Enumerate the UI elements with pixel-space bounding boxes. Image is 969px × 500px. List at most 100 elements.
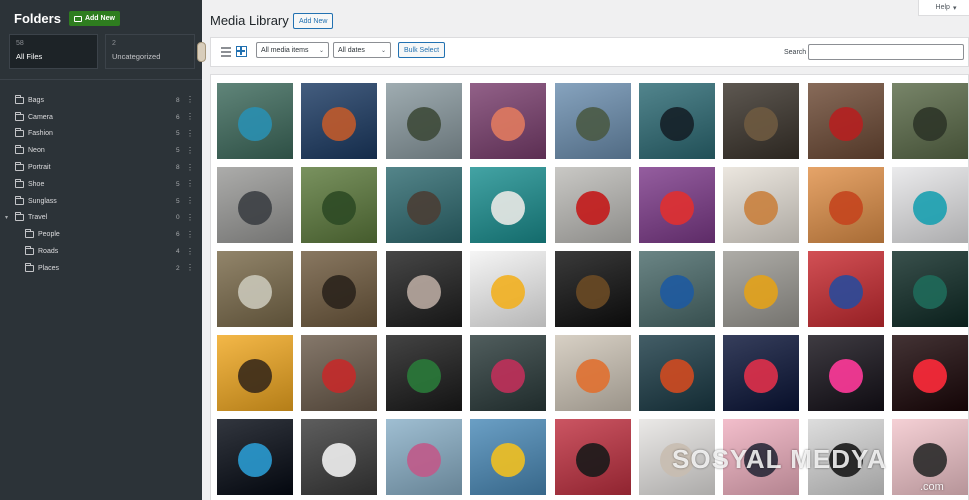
thumbnail-subject [828, 359, 863, 393]
folder-item[interactable]: Camera 6 ⋮ [0, 109, 202, 126]
folder-item[interactable]: Roads 4 ⋮ [0, 243, 202, 260]
folder-menu-icon[interactable]: ⋮ [186, 213, 194, 222]
search-label: Search [784, 49, 807, 56]
media-thumbnail[interactable] [892, 167, 969, 243]
media-thumbnail[interactable] [385, 167, 462, 243]
folder-icon [15, 195, 24, 205]
media-thumbnail[interactable] [807, 251, 884, 327]
media-thumbnail[interactable] [385, 251, 462, 327]
thumbnail-subject [575, 359, 610, 393]
media-thumbnail[interactable] [301, 251, 378, 327]
uncategorized-count: 2 [112, 40, 116, 47]
media-thumbnail[interactable] [723, 83, 800, 159]
media-thumbnail[interactable] [554, 419, 631, 495]
folder-name: Bags [28, 96, 44, 104]
media-thumbnail[interactable] [301, 83, 378, 159]
folder-name: Fashion [28, 130, 53, 138]
bulk-select-button[interactable]: Bulk Select [398, 42, 446, 58]
add-folder-label: Add New [84, 15, 115, 22]
media-type-filter[interactable]: All media items ⌄ [256, 42, 329, 58]
folder-item[interactable]: Places 2 ⋮ [0, 260, 202, 277]
thumbnail-subject [828, 107, 863, 141]
media-thumbnail[interactable] [807, 83, 884, 159]
folder-item[interactable]: Shoe 5 ⋮ [0, 176, 202, 193]
media-thumbnail[interactable] [217, 251, 293, 327]
all-files-label: All Files [16, 52, 43, 61]
folder-item[interactable]: Sunglass 5 ⋮ [0, 193, 202, 210]
media-thumbnail[interactable] [217, 419, 293, 495]
search-input[interactable] [808, 44, 964, 60]
folder-item[interactable]: Portrait 8 ⋮ [0, 159, 202, 176]
folder-menu-icon[interactable]: ⋮ [186, 197, 194, 205]
folder-menu-icon[interactable]: ⋮ [186, 230, 194, 239]
folder-item[interactable]: Fashion 5 ⋮ [0, 126, 202, 143]
media-thumbnail[interactable] [470, 251, 547, 327]
folder-item[interactable]: Bags 8 ⋮ [0, 92, 202, 109]
help-tab[interactable]: Help ▾ [918, 0, 969, 16]
media-thumbnail[interactable] [554, 335, 631, 411]
folder-menu-icon[interactable]: ⋮ [186, 129, 194, 138]
media-thumbnail[interactable] [892, 251, 969, 327]
folder-item[interactable]: Neon 5 ⋮ [0, 142, 202, 159]
media-thumbnail[interactable] [385, 419, 462, 495]
media-thumbnail[interactable] [470, 167, 547, 243]
folder-count: 5 [176, 130, 180, 138]
folder-icon [15, 212, 24, 222]
media-thumbnail[interactable] [217, 335, 293, 411]
date-filter[interactable]: All dates ⌄ [333, 42, 391, 58]
media-thumbnail[interactable] [217, 167, 293, 243]
media-thumbnail[interactable] [807, 167, 884, 243]
media-thumbnail[interactable] [470, 335, 547, 411]
folder-icon [25, 229, 34, 239]
add-folder-button[interactable]: Add New [68, 11, 120, 26]
media-thumbnail[interactable] [892, 335, 969, 411]
thumbnail-subject [406, 443, 441, 477]
folder-menu-icon[interactable]: ⋮ [186, 264, 194, 272]
media-thumbnail[interactable] [470, 83, 547, 159]
media-thumbnail[interactable] [385, 335, 462, 411]
thumbnail-subject [406, 191, 441, 225]
media-thumbnail[interactable] [723, 251, 800, 327]
media-thumbnail[interactable] [301, 335, 378, 411]
folder-menu-icon[interactable]: ⋮ [186, 247, 194, 256]
folder-count: 8 [176, 164, 180, 172]
uncategorized-label: Uncategorized [112, 52, 161, 61]
caret-down-icon[interactable]: ▾ [5, 214, 8, 221]
folder-item[interactable]: ▾ Travel 0 ⋮ [0, 210, 202, 227]
media-thumbnail[interactable] [723, 335, 800, 411]
media-thumbnail[interactable] [807, 335, 884, 411]
folder-count: 2 [176, 264, 180, 272]
folder-menu-icon[interactable]: ⋮ [186, 180, 194, 188]
all-files-box[interactable]: 58 All Files [9, 34, 98, 69]
media-thumbnail[interactable] [892, 83, 969, 159]
help-label: Help [935, 4, 950, 11]
media-thumbnail[interactable] [723, 167, 800, 243]
media-thumbnail[interactable] [639, 167, 715, 243]
media-thumbnail[interactable] [385, 83, 462, 159]
media-library-main: Media Library Add New Help ▾ All media i… [202, 0, 969, 500]
list-view-icon[interactable] [221, 47, 231, 57]
folder-menu-icon[interactable]: ⋮ [186, 113, 194, 121]
media-thumbnail[interactable] [554, 83, 631, 159]
folder-menu-icon[interactable]: ⋮ [186, 96, 194, 104]
uncategorized-box[interactable]: 2 Uncategorized [105, 34, 195, 69]
media-thumbnail[interactable] [470, 419, 547, 495]
media-thumbnail[interactable] [301, 419, 378, 495]
folder-count: 6 [176, 113, 180, 121]
media-thumbnail[interactable] [554, 251, 631, 327]
add-new-media-button[interactable]: Add New [293, 13, 334, 29]
folder-menu-icon[interactable]: ⋮ [186, 146, 194, 155]
grid-view-icon[interactable] [236, 46, 247, 57]
media-thumbnail[interactable] [554, 167, 631, 243]
watermark-text: SOSYAL MEDYA [672, 444, 887, 474]
media-thumbnail[interactable] [301, 167, 378, 243]
media-thumbnail[interactable] [639, 335, 715, 411]
folders-sidebar: Folders Add New 58 All Files 2 Uncategor… [0, 0, 206, 500]
folder-count: 8 [176, 96, 180, 104]
media-thumbnail[interactable] [217, 83, 293, 159]
folder-menu-icon[interactable]: ⋮ [186, 163, 194, 172]
folder-count: 5 [176, 180, 180, 188]
folder-item[interactable]: People 6 ⋮ [0, 226, 202, 243]
media-thumbnail[interactable] [639, 251, 715, 327]
media-thumbnail[interactable] [639, 83, 715, 159]
